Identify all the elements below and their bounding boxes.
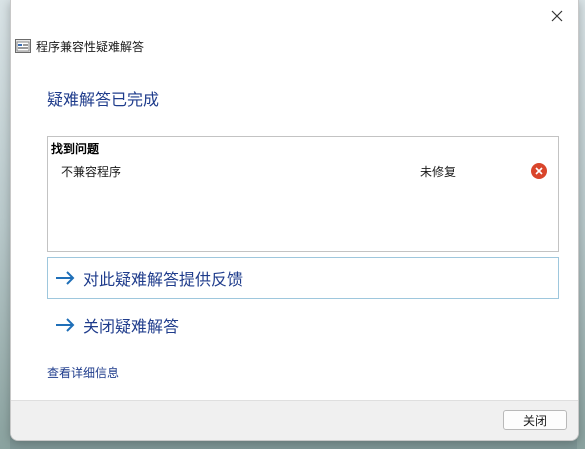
table-row: 不兼容程序 未修复 bbox=[48, 161, 558, 183]
close-button[interactable]: 关闭 bbox=[503, 410, 567, 430]
feedback-link[interactable]: 对此疑难解答提供反馈 bbox=[47, 257, 559, 299]
close-troubleshooter-link[interactable]: 关闭疑难解答 bbox=[48, 306, 348, 344]
desktop-background-left bbox=[0, 0, 10, 449]
arrow-right-icon bbox=[56, 271, 75, 285]
results-panel: 找到问题 不兼容程序 未修复 bbox=[47, 136, 559, 252]
feedback-link-label: 对此疑难解答提供反馈 bbox=[83, 270, 244, 289]
arrow-right-icon bbox=[56, 318, 75, 332]
problem-name: 不兼容程序 bbox=[61, 165, 122, 179]
title-bar: 程序兼容性疑难解答 bbox=[15, 36, 144, 56]
close-icon bbox=[551, 10, 563, 22]
page-title: 疑难解答已完成 bbox=[47, 90, 160, 109]
window-close-button[interactable] bbox=[542, 2, 572, 30]
troubleshooter-window: 程序兼容性疑难解答 疑难解答已完成 找到问题 不兼容程序 未修复 对此疑难解答提… bbox=[10, 0, 579, 441]
footer-bar: 关闭 bbox=[11, 400, 578, 440]
results-header: 找到问题 bbox=[51, 142, 100, 156]
view-details-link[interactable]: 查看详细信息 bbox=[47, 364, 119, 381]
close-troubleshooter-label: 关闭疑难解答 bbox=[83, 317, 180, 336]
problem-status: 未修复 bbox=[420, 165, 457, 179]
window-title: 程序兼容性疑难解答 bbox=[36, 39, 145, 54]
error-icon bbox=[531, 163, 547, 179]
app-icon bbox=[15, 39, 31, 53]
